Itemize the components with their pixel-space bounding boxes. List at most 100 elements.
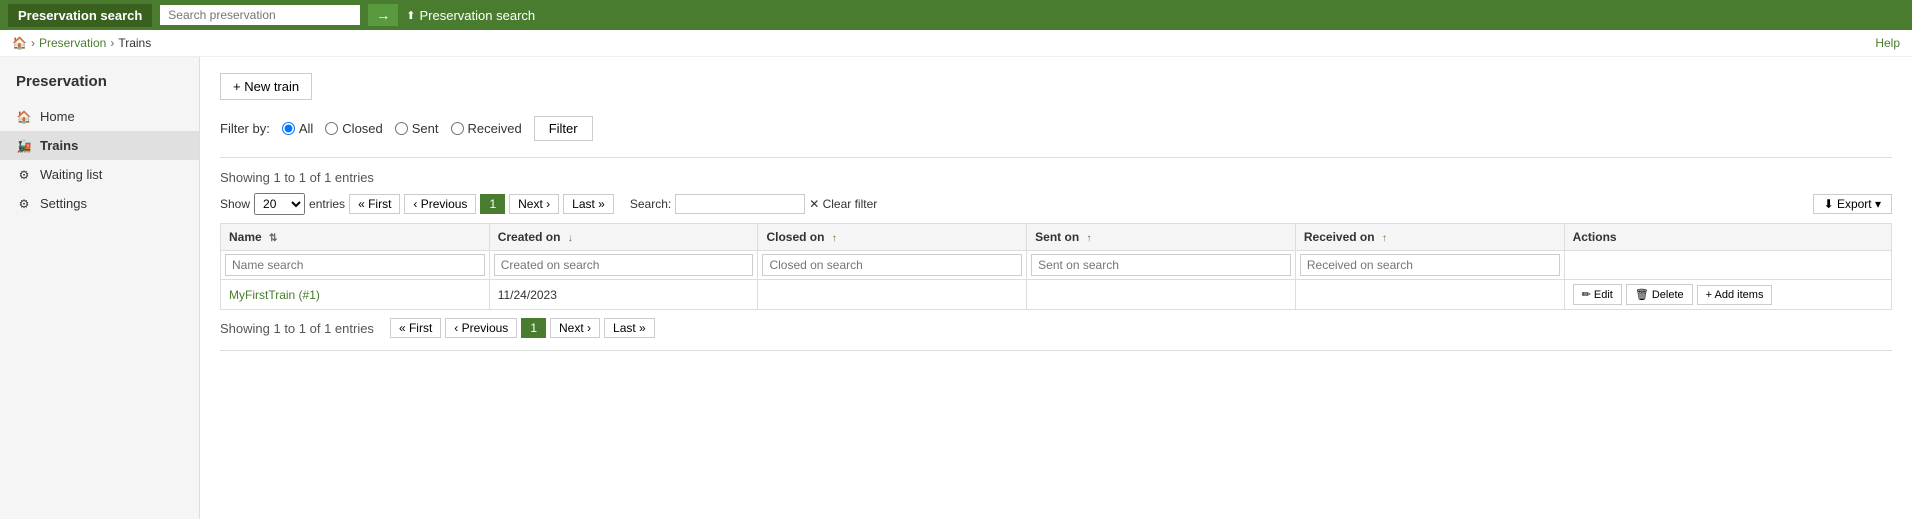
- home-icon: 🏠: [16, 110, 32, 124]
- search-cell-sent-on: [1027, 251, 1296, 280]
- filter-closed-radio[interactable]: [325, 122, 338, 135]
- cell-sent-on-0: [1027, 280, 1296, 310]
- export-button[interactable]: ⬇ Export ▾: [1813, 194, 1892, 214]
- table-header-row: Name ⇅ Created on ↓ Closed on ↑ Sent on …: [221, 224, 1892, 251]
- bottom-next-button[interactable]: Next ›: [550, 318, 600, 338]
- sidebar-item-home[interactable]: 🏠 Home: [0, 102, 199, 131]
- pagination-top: Show 10 20 50 100 entries « First ‹ Prev…: [220, 193, 1892, 215]
- sep2: ›: [110, 36, 114, 50]
- new-train-button[interactable]: + New train: [220, 73, 312, 100]
- table-body: MyFirstTrain (#1) 11/24/2023 ✏ Edit 🗑 De…: [221, 280, 1892, 310]
- col-received-on-label: Received on: [1304, 230, 1375, 244]
- filter-sent[interactable]: Sent: [395, 121, 439, 136]
- showing-text-bottom: Showing 1 to 1 of 1 entries: [220, 321, 374, 336]
- search-cell-closed-on: [758, 251, 1027, 280]
- sidebar-item-settings[interactable]: ⚙ Settings: [0, 189, 199, 218]
- entries-label: entries: [309, 197, 345, 211]
- next-page-button[interactable]: Next ›: [509, 194, 559, 214]
- first-page-button[interactable]: « First: [349, 194, 400, 214]
- filter-label: Filter by:: [220, 121, 270, 136]
- search-cell-received-on: [1295, 251, 1564, 280]
- sidebar-item-home-label: Home: [40, 109, 75, 124]
- edit-button-0[interactable]: ✏ Edit: [1573, 284, 1622, 305]
- closed-on-search-input[interactable]: [762, 254, 1022, 276]
- col-created-on-sort: ↓: [568, 233, 573, 244]
- add-items-button-0[interactable]: + Add items: [1697, 285, 1773, 305]
- data-table: Name ⇅ Created on ↓ Closed on ↑ Sent on …: [220, 223, 1892, 310]
- filter-received-label: Received: [468, 121, 522, 136]
- sent-on-search-input[interactable]: [1031, 254, 1291, 276]
- preservation-search-link[interactable]: Preservation search: [406, 8, 535, 23]
- col-actions: Actions: [1564, 224, 1891, 251]
- action-cell-0: ✏ Edit 🗑 Delete + Add items: [1573, 284, 1883, 305]
- delete-button-0[interactable]: 🗑 Delete: [1626, 284, 1693, 305]
- col-closed-on-sort: ↑: [832, 233, 837, 244]
- bottom-first-button[interactable]: « First: [390, 318, 441, 338]
- search-go-button[interactable]: →: [368, 4, 398, 26]
- show-entries-select[interactable]: 10 20 50 100: [254, 193, 305, 215]
- cell-name-0: MyFirstTrain (#1): [221, 280, 490, 310]
- received-on-search-input[interactable]: [1300, 254, 1560, 276]
- bottom-last-button[interactable]: Last »: [604, 318, 655, 338]
- breadcrumb: 🏠 › Preservation › Trains Help: [0, 30, 1912, 57]
- col-created-on-label: Created on: [498, 230, 561, 244]
- col-sent-on-label: Sent on: [1035, 230, 1079, 244]
- filter-sent-label: Sent: [412, 121, 439, 136]
- search-cell-name: [221, 251, 490, 280]
- topbar: Preservation search → Preservation searc…: [0, 0, 1912, 30]
- bottom-bar: Showing 1 to 1 of 1 entries « First ‹ Pr…: [220, 318, 1892, 338]
- col-closed-on[interactable]: Closed on ↑: [758, 224, 1027, 251]
- bottom-prev-button[interactable]: ‹ Previous: [445, 318, 517, 338]
- filter-received-radio[interactable]: [451, 122, 464, 135]
- filter-closed-label: Closed: [342, 121, 382, 136]
- breadcrumb-preservation[interactable]: Preservation: [39, 36, 106, 50]
- cell-closed-on-0: [758, 280, 1027, 310]
- filter-sent-radio[interactable]: [395, 122, 408, 135]
- prev-page-button[interactable]: ‹ Previous: [404, 194, 476, 214]
- filter-closed[interactable]: Closed: [325, 121, 382, 136]
- col-closed-on-label: Closed on: [766, 230, 824, 244]
- col-received-on[interactable]: Received on ↑: [1295, 224, 1564, 251]
- breadcrumb-trains: Trains: [118, 36, 151, 50]
- search-input[interactable]: [160, 5, 360, 25]
- name-search-input[interactable]: [225, 254, 485, 276]
- col-received-on-sort: ↑: [1382, 233, 1387, 244]
- train-link-0[interactable]: MyFirstTrain (#1): [229, 288, 320, 302]
- filter-button[interactable]: Filter: [534, 116, 593, 141]
- filter-all-radio[interactable]: [282, 122, 295, 135]
- col-sent-on[interactable]: Sent on ↑: [1027, 224, 1296, 251]
- show-label: Show: [220, 197, 250, 211]
- home-icon[interactable]: 🏠: [12, 36, 27, 50]
- clear-filter-button[interactable]: ✕ Clear filter: [809, 197, 877, 211]
- waiting-list-icon: ⚙: [16, 168, 32, 182]
- help-link[interactable]: Help: [1875, 36, 1900, 50]
- cell-actions-0: ✏ Edit 🗑 Delete + Add items: [1564, 280, 1891, 310]
- main-layout: Preservation 🏠 Home 🚂 Trains ⚙ Waiting l…: [0, 57, 1912, 519]
- divider-top: [220, 157, 1892, 158]
- col-created-on[interactable]: Created on ↓: [489, 224, 758, 251]
- col-name-sort: ⇅: [269, 233, 277, 244]
- col-name-label: Name: [229, 230, 262, 244]
- col-sent-on-sort: ↑: [1087, 233, 1092, 244]
- filter-received[interactable]: Received: [451, 121, 522, 136]
- col-actions-label: Actions: [1573, 230, 1617, 244]
- filter-all-label: All: [299, 121, 313, 136]
- last-page-button[interactable]: Last »: [563, 194, 614, 214]
- sidebar-item-waiting-list-label: Waiting list: [40, 167, 102, 182]
- divider-bottom: [220, 350, 1892, 351]
- cell-received-on-0: [1295, 280, 1564, 310]
- settings-icon: ⚙: [16, 197, 32, 211]
- bottom-current-page[interactable]: 1: [521, 318, 546, 338]
- table-search-input[interactable]: [675, 194, 805, 214]
- search-cell-actions: [1564, 251, 1891, 280]
- created-on-search-input[interactable]: [494, 254, 754, 276]
- sidebar-title: Preservation: [0, 73, 199, 102]
- search-cell-created-on: [489, 251, 758, 280]
- col-name[interactable]: Name ⇅: [221, 224, 490, 251]
- current-page-button[interactable]: 1: [480, 194, 505, 214]
- search-label: Search:: [630, 197, 671, 211]
- sidebar-item-trains[interactable]: 🚂 Trains: [0, 131, 199, 160]
- brand-label[interactable]: Preservation search: [8, 4, 152, 27]
- filter-all[interactable]: All: [282, 121, 313, 136]
- sidebar-item-waiting-list[interactable]: ⚙ Waiting list: [0, 160, 199, 189]
